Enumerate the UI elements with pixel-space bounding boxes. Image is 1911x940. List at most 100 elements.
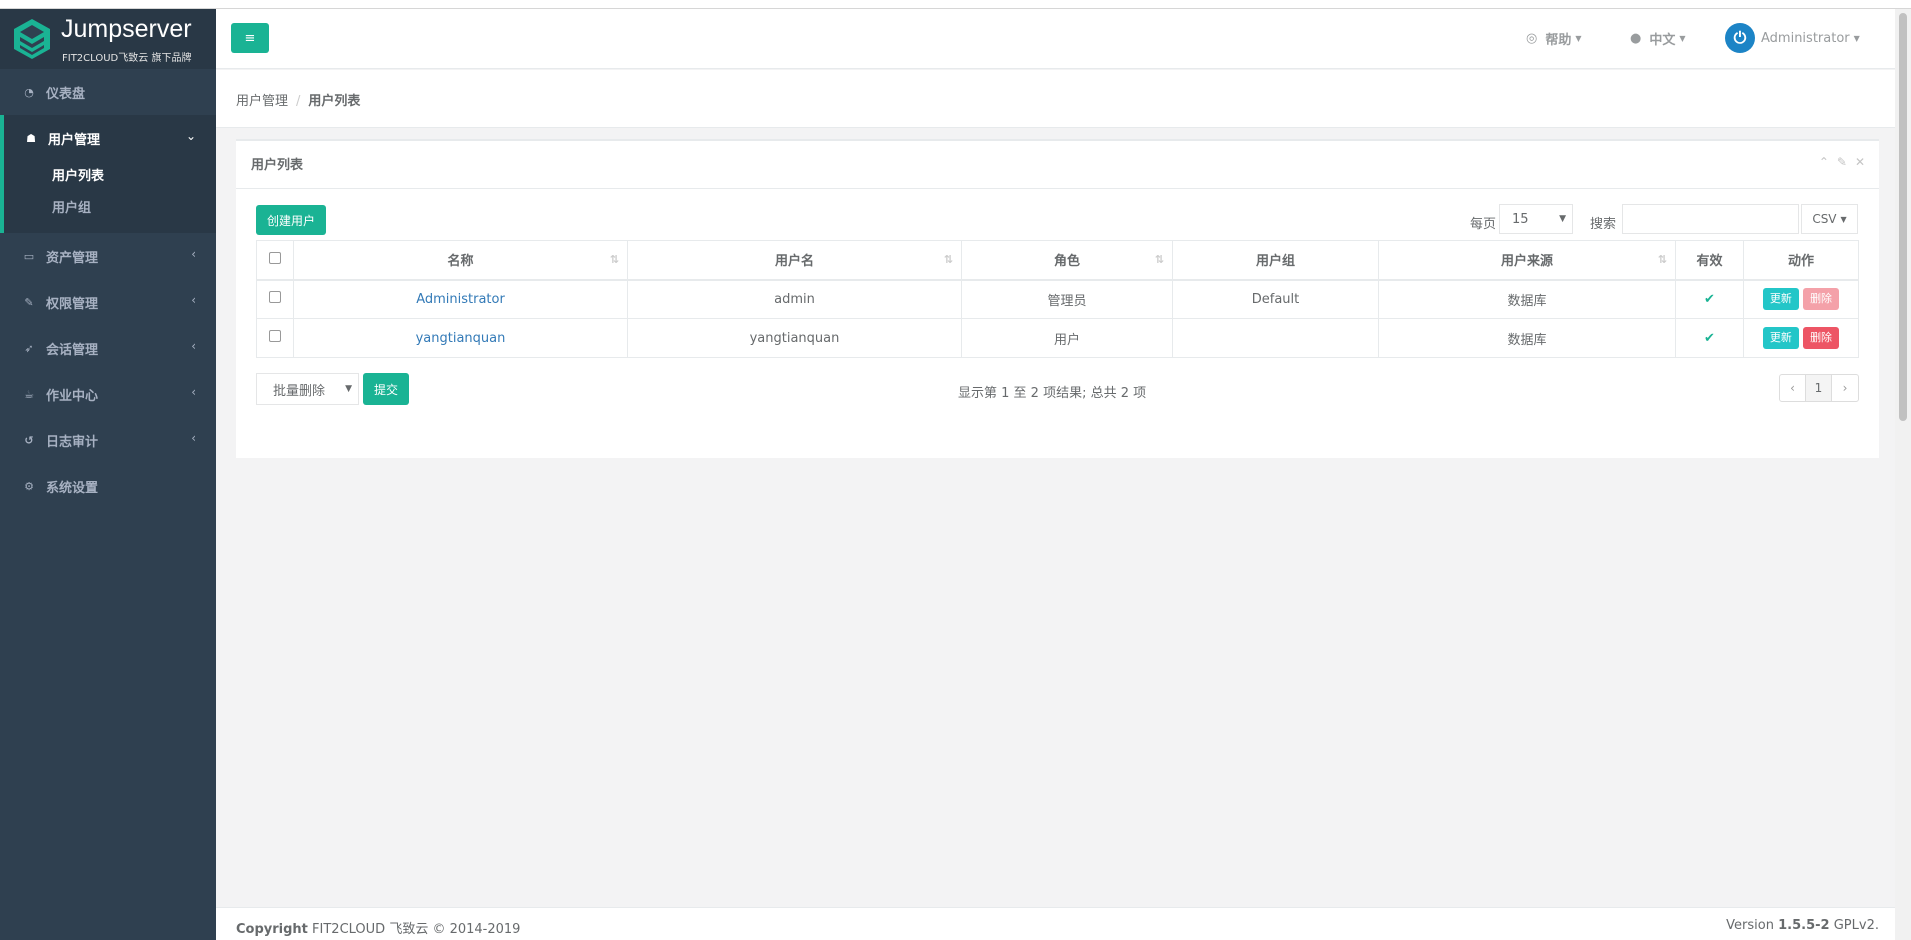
sidebar-item-label: 仪表盘 (46, 86, 86, 102)
search-input[interactable] (1622, 204, 1799, 234)
users-icon: ☗ (26, 131, 36, 145)
per-page-select[interactable]: 15 ▼ (1499, 204, 1573, 234)
submit-button[interactable]: 提交 (363, 373, 409, 405)
cell-valid: ✔ (1675, 318, 1744, 358)
panel-header: 用户列表 ⌃ ✎ ✕ (236, 141, 1879, 189)
version-label: Version (1726, 918, 1774, 933)
language-menu[interactable]: ● 中文 ▼ (1630, 29, 1686, 48)
cell-name: yangtianquan (293, 318, 628, 358)
csv-export-button[interactable]: CSV ▼ (1801, 204, 1858, 234)
sidebar-subitem-user-list[interactable]: 用户列表 (4, 161, 216, 193)
user-list-panel: 用户列表 ⌃ ✎ ✕ 创建用户 每页 15 ▼ 搜索 CSV ▼ 名称 ⇅ 用户名… (236, 139, 1879, 458)
next-page-button[interactable]: › (1832, 375, 1858, 401)
page-scrollbar[interactable] (1895, 9, 1911, 940)
row-checkbox[interactable] (269, 291, 281, 304)
edit-icon: ✎ (24, 295, 34, 309)
help-menu[interactable]: ◎ 帮助 ▼ (1526, 29, 1582, 48)
sidebar-item-jobs[interactable]: ☕ 作业中心 ‹ (0, 371, 216, 417)
select-all-cell (256, 240, 294, 281)
csv-label: CSV (1812, 212, 1837, 226)
breadcrumb: 用户管理 / 用户列表 (236, 90, 360, 109)
cell-source: 数据库 (1378, 318, 1676, 358)
user-name-link[interactable]: Administrator (416, 292, 505, 307)
footer: Copyright FIT2CLOUD 飞致云 © 2014-2019 Vers… (216, 907, 1895, 940)
column-header-source[interactable]: 用户来源 ⇅ (1378, 240, 1676, 281)
delete-button[interactable]: 删除 (1803, 288, 1840, 311)
update-button[interactable]: 更新 (1762, 327, 1799, 349)
footer-copyright: Copyright FIT2CLOUD 飞致云 © 2014-2019 (236, 918, 520, 937)
row-select-cell (256, 318, 294, 358)
user-name: Administrator (1761, 30, 1850, 46)
sidebar-item-label: 作业中心 (46, 388, 99, 404)
cogs-icon: ⚙ (24, 479, 34, 493)
dashboard-icon: ◔ (24, 85, 34, 99)
chevron-left-icon: ‹ (191, 385, 196, 399)
caret-down-icon: ▼ (345, 384, 352, 394)
copyright-label: Copyright (236, 922, 308, 937)
prev-page-button[interactable]: ‹ (1780, 375, 1806, 401)
sidebar-subitem-user-group[interactable]: 用户组 (4, 193, 216, 225)
bulk-action-select[interactable]: 批量删除 ▼ (256, 373, 359, 405)
collapse-icon[interactable]: ⌃ (1819, 155, 1829, 169)
breadcrumb-current: 用户列表 (308, 94, 361, 109)
menu-toggle-button[interactable]: ≡ (231, 23, 269, 53)
cell-actions: 更新 删除 (1743, 279, 1859, 319)
panel-title: 用户列表 (251, 158, 304, 173)
wrench-icon[interactable]: ✎ (1837, 155, 1847, 169)
power-icon: ⏻ (1725, 23, 1755, 53)
check-icon: ✔ (1704, 291, 1715, 307)
breadcrumb-bar: 用户管理 / 用户列表 (216, 70, 1895, 128)
user-menu[interactable]: ⏻ Administrator ▼ (1725, 23, 1860, 53)
sidebar-item-settings[interactable]: ⚙ 系统设置 (0, 463, 216, 509)
table-header-row: 名称 ⇅ 用户名 ⇅ 角色 ⇅ 用户组 用户来源 ⇅ 有效 动作 (256, 240, 1859, 281)
globe-icon: ● (1630, 31, 1642, 46)
update-button[interactable]: 更新 (1762, 288, 1799, 311)
column-header-valid: 有效 (1675, 240, 1744, 281)
sidebar-item-permissions[interactable]: ✎ 权限管理 ‹ (0, 279, 216, 325)
caret-down-icon: ▼ (1575, 34, 1582, 43)
logo[interactable]: Jumpserver FIT2CLOUD飞致云 旗下品牌 (0, 9, 216, 69)
sidebar-item-dashboard[interactable]: ◔ 仪表盘 (0, 69, 216, 115)
coffee-icon: ☕ (24, 387, 34, 401)
close-icon[interactable]: ✕ (1855, 155, 1865, 169)
license: GPLv2. (1833, 918, 1879, 933)
select-all-checkbox[interactable] (269, 251, 281, 264)
sort-icon: ⇅ (1154, 253, 1164, 266)
table-row: Administrator admin 管理员 Default 数据库 ✔ 更新… (256, 279, 1859, 319)
scrollbar-thumb[interactable] (1899, 13, 1907, 421)
panel-tools: ⌃ ✎ ✕ (1819, 155, 1865, 169)
sidebar-item-assets[interactable]: ▭ 资产管理 ‹ (0, 233, 216, 279)
sort-icon: ⇅ (1657, 253, 1667, 266)
hamburger-icon: ≡ (244, 30, 256, 46)
sidebar-item-users[interactable]: ☗ 用户管理 ⌄ (4, 115, 216, 161)
cell-actions: 更新 删除 (1743, 318, 1859, 358)
create-user-button[interactable]: 创建用户 (256, 205, 326, 235)
pagination: ‹ 1 › (1779, 374, 1859, 402)
chevron-down-icon: ⌄ (185, 129, 196, 143)
sidebar-item-label: 用户管理 (48, 132, 101, 148)
per-page-value: 15 (1512, 211, 1529, 227)
sidebar-item-sessions[interactable]: ➶ 会话管理 ‹ (0, 325, 216, 371)
version-number: 1.5.5-2 (1778, 918, 1830, 933)
cell-name: Administrator (293, 279, 628, 319)
user-name-link[interactable]: yangtianquan (416, 331, 506, 346)
delete-button[interactable]: 删除 (1803, 327, 1840, 349)
sidebar-item-label: 会话管理 (46, 342, 99, 358)
page-button[interactable]: 1 (1806, 375, 1832, 401)
user-table: 名称 ⇅ 用户名 ⇅ 角色 ⇅ 用户组 用户来源 ⇅ 有效 动作 Administrat… (256, 240, 1859, 358)
caret-down-icon: ▼ (1853, 33, 1860, 43)
breadcrumb-parent[interactable]: 用户管理 (236, 94, 288, 109)
column-header-name[interactable]: 名称 ⇅ (293, 240, 628, 281)
sidebar-item-audit[interactable]: ↺ 日志审计 ‹ (0, 417, 216, 463)
chevron-left-icon: ‹ (191, 293, 196, 307)
column-header-role[interactable]: 角色 ⇅ (961, 240, 1173, 281)
chevron-left-icon: ‹ (191, 247, 196, 261)
cell-role: 用户 (961, 318, 1173, 358)
caret-down-icon: ▼ (1679, 34, 1686, 43)
row-checkbox[interactable] (269, 330, 281, 342)
inbox-icon: ▭ (23, 249, 35, 263)
sidebar-item-label: 资产管理 (46, 250, 99, 266)
top-strip (0, 0, 1911, 9)
column-header-username[interactable]: 用户名 ⇅ (627, 240, 962, 281)
row-select-cell (256, 279, 294, 319)
